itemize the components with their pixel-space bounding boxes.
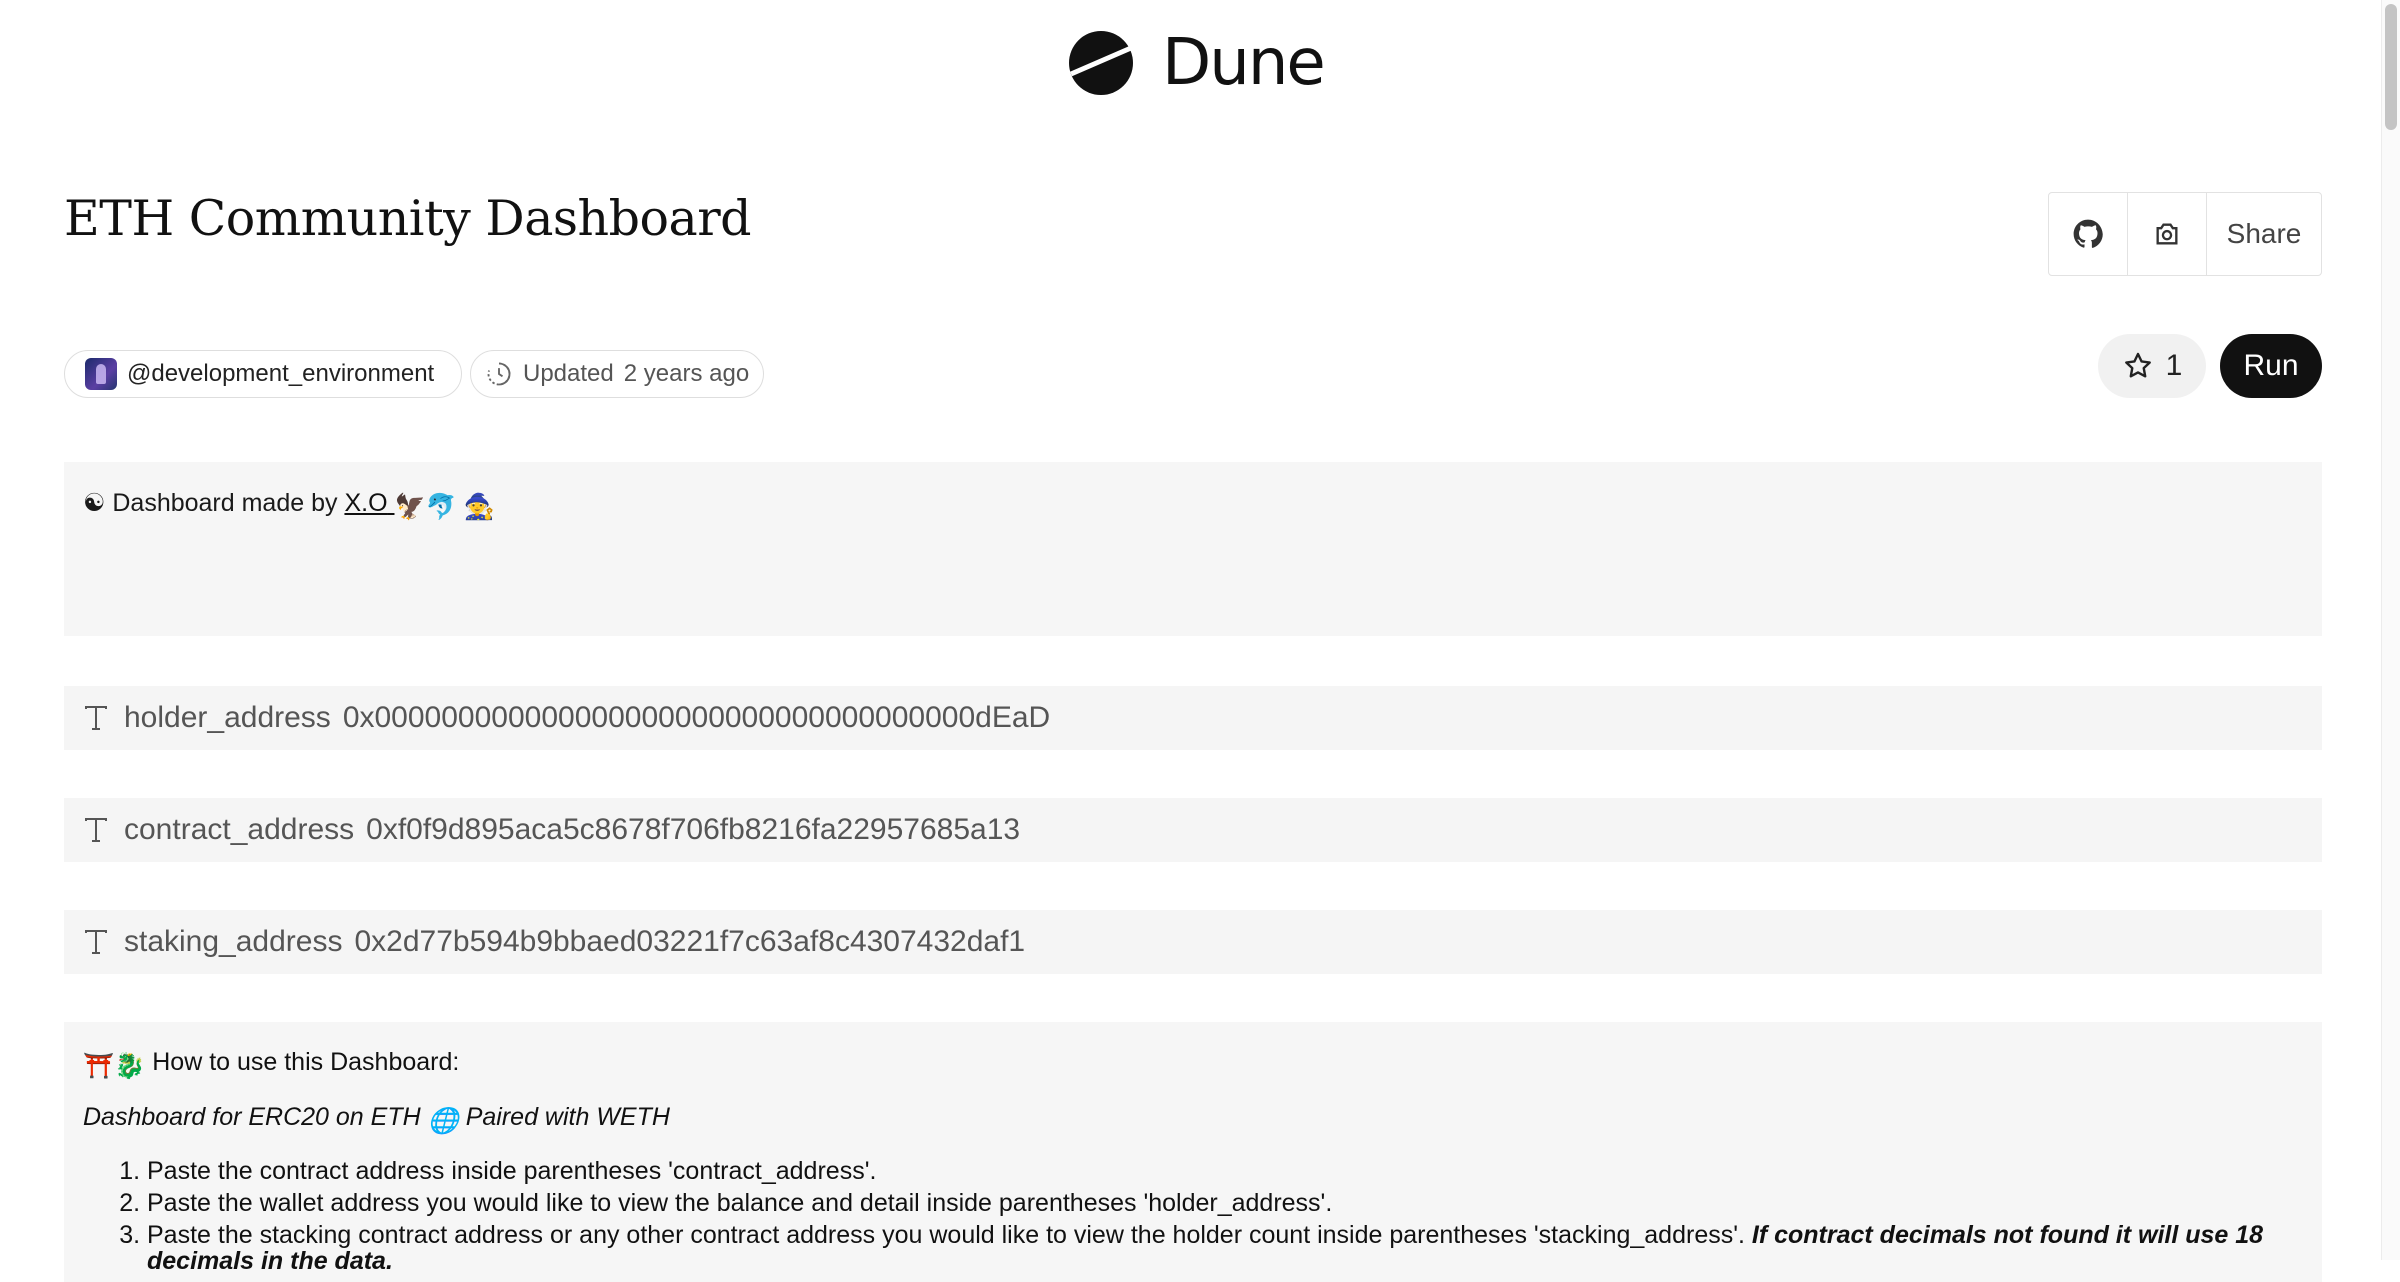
star-count: 1 xyxy=(2165,349,2183,382)
list-item: Paste the contract address inside parent… xyxy=(147,1158,2303,1184)
wizard-icon: 🧙 xyxy=(463,493,495,521)
text-param-icon xyxy=(84,929,114,955)
page-title: ETH Community Dashboard xyxy=(64,190,752,247)
param-value: 0xf0f9d895aca5c8678f706fb8216fa22957685a… xyxy=(366,813,1021,846)
text-param-icon xyxy=(84,705,114,731)
param-value: 0x000000000000000000000000000000000000dE… xyxy=(342,701,1051,734)
updated-chip: Updated 2 years ago xyxy=(470,350,764,398)
brand-name: Dune xyxy=(1162,26,1326,100)
author-link[interactable]: X.O 🦅🐬 xyxy=(344,489,456,521)
dune-logo-icon xyxy=(1068,30,1134,96)
dune-logo[interactable]: Dune xyxy=(1068,26,1326,100)
list-item: Paste the wallet address you would like … xyxy=(147,1190,2303,1216)
howto-subtitle: Dashboard for ERC20 on ETH 🌐 Paired with… xyxy=(83,1103,670,1135)
howto-heading: ⛩️🐉 How to use this Dashboard: xyxy=(83,1048,460,1080)
param-contract-address[interactable]: contract_address 0xf0f9d895aca5c8678f706… xyxy=(64,798,2322,862)
github-icon xyxy=(2073,219,2103,248)
intro-prefix: ☯ Dashboard made by xyxy=(83,489,338,517)
screenshot-button[interactable] xyxy=(2128,193,2207,275)
updated-time: 2 years ago xyxy=(623,360,750,387)
param-value: 0x2d77b594b9bbaed03221f7c63af8c4307432da… xyxy=(354,925,1026,958)
avatar xyxy=(85,358,117,390)
clock-icon xyxy=(487,362,511,386)
torii-gate-icon: ⛩️ xyxy=(83,1052,115,1080)
star-icon xyxy=(2124,352,2151,378)
updated-label: Updated xyxy=(523,360,614,387)
globe-icon: 🌐 xyxy=(427,1107,459,1135)
scrollbar-thumb[interactable] xyxy=(2385,4,2397,130)
param-holder-address[interactable]: holder_address 0x00000000000000000000000… xyxy=(64,686,2322,750)
param-name: staking_address xyxy=(124,925,343,958)
dashboard-toolbar: Share xyxy=(2048,192,2322,276)
owner-name: @development_environment xyxy=(127,360,435,387)
star-button[interactable]: 1 xyxy=(2098,334,2206,398)
howto-text-widget: ⛩️🐉 How to use this Dashboard: Dashboard… xyxy=(64,1022,2322,1282)
owner-chip[interactable]: @development_environment xyxy=(64,350,462,398)
howto-steps: Paste the contract address inside parent… xyxy=(83,1158,2303,1274)
page-scrollbar[interactable] xyxy=(2381,0,2400,1260)
dolphin-icon: 🐬 xyxy=(425,493,457,521)
share-button[interactable]: Share xyxy=(2207,193,2321,275)
github-button[interactable] xyxy=(2049,193,2128,275)
text-param-icon xyxy=(84,817,114,843)
intro-text-widget: ☯ Dashboard made by X.O 🦅🐬 🧙 xyxy=(64,462,2322,636)
dragon-icon: 🐉 xyxy=(114,1052,146,1080)
eagle-icon: 🦅 xyxy=(394,493,426,521)
param-staking-address[interactable]: staking_address 0x2d77b594b9bbaed03221f7… xyxy=(64,910,2322,974)
camera-icon xyxy=(2156,223,2178,245)
param-name: contract_address xyxy=(124,813,355,846)
list-item: Paste the stacking contract address or a… xyxy=(147,1222,2303,1274)
run-button[interactable]: Run xyxy=(2220,334,2322,398)
param-name: holder_address xyxy=(124,701,331,734)
